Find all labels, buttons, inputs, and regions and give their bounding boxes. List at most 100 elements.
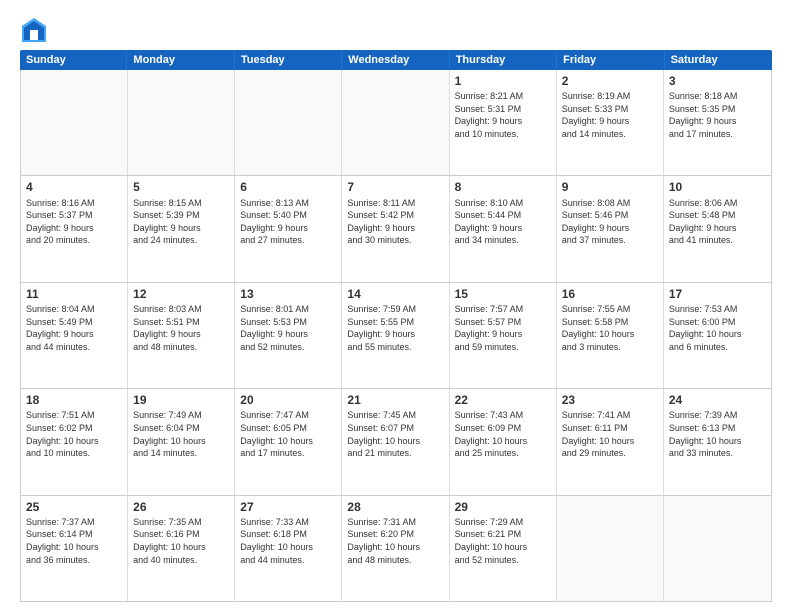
cal-cell: 25Sunrise: 7:37 AM Sunset: 6:14 PM Dayli…	[21, 496, 128, 601]
cal-cell: 10 Sunrise: 8:06 AM Sunset: 5:48 PM Dayli…	[664, 176, 771, 281]
day-number: 29	[455, 499, 551, 515]
calendar-body: 1Sunrise: 8:21 AM Sunset: 5:31 PM Daylig…	[20, 70, 772, 602]
cal-cell: 17Sunrise: 7:53 AM Sunset: 6:00 PM Dayli…	[664, 283, 771, 388]
cal-cell: 5 Sunrise: 8:15 AM Sunset: 5:39 PM Daylig…	[128, 176, 235, 281]
cal-cell: 12Sunrise: 8:03 AM Sunset: 5:51 PM Dayli…	[128, 283, 235, 388]
day-number: 15	[455, 286, 551, 302]
day-number: 20	[240, 392, 336, 408]
cal-cell: 1Sunrise: 8:21 AM Sunset: 5:31 PM Daylig…	[450, 70, 557, 175]
cell-text: Sunrise: 7:35 AM Sunset: 6:16 PM Dayligh…	[133, 516, 229, 566]
cell-text: Sunrise: 7:51 AM Sunset: 6:02 PM Dayligh…	[26, 409, 122, 459]
day-number: 23	[562, 392, 658, 408]
cal-cell: 14Sunrise: 7:59 AM Sunset: 5:55 PM Dayli…	[342, 283, 449, 388]
cell-text: Sunrise: 8:13 AM Sunset: 5:40 PM Dayligh…	[240, 197, 336, 247]
cal-cell: 15Sunrise: 7:57 AM Sunset: 5:57 PM Dayli…	[450, 283, 557, 388]
cell-text: Sunrise: 7:41 AM Sunset: 6:11 PM Dayligh…	[562, 409, 658, 459]
calendar-header-row: SundayMondayTuesdayWednesdayThursdayFrid…	[20, 50, 772, 70]
cell-text: Sunrise: 8:08 AM Sunset: 5:46 PM Dayligh…	[562, 197, 658, 247]
cal-week-3: 11Sunrise: 8:04 AM Sunset: 5:49 PM Dayli…	[21, 283, 771, 389]
day-number: 8	[455, 179, 551, 195]
header	[20, 16, 772, 44]
day-number: 25	[26, 499, 122, 515]
cell-text: Sunrise: 7:45 AM Sunset: 6:07 PM Dayligh…	[347, 409, 443, 459]
cal-header-wednesday: Wednesday	[342, 50, 449, 70]
cal-cell	[557, 496, 664, 601]
cell-text: Sunrise: 7:39 AM Sunset: 6:13 PM Dayligh…	[669, 409, 766, 459]
logo	[20, 16, 52, 44]
cell-text: Sunrise: 7:43 AM Sunset: 6:09 PM Dayligh…	[455, 409, 551, 459]
day-number: 18	[26, 392, 122, 408]
cal-week-2: 4 Sunrise: 8:16 AM Sunset: 5:37 PM Daylig…	[21, 176, 771, 282]
cell-text: Sunrise: 7:49 AM Sunset: 6:04 PM Dayligh…	[133, 409, 229, 459]
day-number: 22	[455, 392, 551, 408]
day-number: 26	[133, 499, 229, 515]
cal-cell	[21, 70, 128, 175]
cal-cell: 20Sunrise: 7:47 AM Sunset: 6:05 PM Dayli…	[235, 389, 342, 494]
cal-cell: 7Sunrise: 8:11 AM Sunset: 5:42 PM Daylig…	[342, 176, 449, 281]
cell-text: Sunrise: 7:37 AM Sunset: 6:14 PM Dayligh…	[26, 516, 122, 566]
cell-text: Sunrise: 7:31 AM Sunset: 6:20 PM Dayligh…	[347, 516, 443, 566]
day-number: 5	[133, 179, 229, 195]
day-number: 2	[562, 73, 658, 89]
cal-cell: 2Sunrise: 8:19 AM Sunset: 5:33 PM Daylig…	[557, 70, 664, 175]
day-number: 14	[347, 286, 443, 302]
cell-text: Sunrise: 8:06 AM Sunset: 5:48 PM Dayligh…	[669, 197, 766, 247]
day-number: 27	[240, 499, 336, 515]
cal-cell	[235, 70, 342, 175]
logo-icon	[20, 16, 48, 44]
day-number: 28	[347, 499, 443, 515]
day-number: 6	[240, 179, 336, 195]
day-number: 10	[669, 179, 766, 195]
day-number: 9	[562, 179, 658, 195]
day-number: 19	[133, 392, 229, 408]
cell-text: Sunrise: 7:29 AM Sunset: 6:21 PM Dayligh…	[455, 516, 551, 566]
cal-cell: 4 Sunrise: 8:16 AM Sunset: 5:37 PM Daylig…	[21, 176, 128, 281]
cal-cell: 27Sunrise: 7:33 AM Sunset: 6:18 PM Dayli…	[235, 496, 342, 601]
cell-text: Sunrise: 7:59 AM Sunset: 5:55 PM Dayligh…	[347, 303, 443, 353]
cal-header-friday: Friday	[557, 50, 664, 70]
cal-cell: 3Sunrise: 8:18 AM Sunset: 5:35 PM Daylig…	[664, 70, 771, 175]
day-number: 24	[669, 392, 766, 408]
cal-cell: 24Sunrise: 7:39 AM Sunset: 6:13 PM Dayli…	[664, 389, 771, 494]
day-number: 17	[669, 286, 766, 302]
cell-text: Sunrise: 7:47 AM Sunset: 6:05 PM Dayligh…	[240, 409, 336, 459]
day-number: 1	[455, 73, 551, 89]
cell-text: Sunrise: 7:55 AM Sunset: 5:58 PM Dayligh…	[562, 303, 658, 353]
cal-week-4: 18Sunrise: 7:51 AM Sunset: 6:02 PM Dayli…	[21, 389, 771, 495]
day-number: 7	[347, 179, 443, 195]
page: SundayMondayTuesdayWednesdayThursdayFrid…	[0, 0, 792, 612]
cal-cell: 26Sunrise: 7:35 AM Sunset: 6:16 PM Dayli…	[128, 496, 235, 601]
cell-text: Sunrise: 8:15 AM Sunset: 5:39 PM Dayligh…	[133, 197, 229, 247]
cal-week-1: 1Sunrise: 8:21 AM Sunset: 5:31 PM Daylig…	[21, 70, 771, 176]
cal-cell: 13Sunrise: 8:01 AM Sunset: 5:53 PM Dayli…	[235, 283, 342, 388]
day-number: 21	[347, 392, 443, 408]
cell-text: Sunrise: 8:04 AM Sunset: 5:49 PM Dayligh…	[26, 303, 122, 353]
cal-cell: 21Sunrise: 7:45 AM Sunset: 6:07 PM Dayli…	[342, 389, 449, 494]
cal-cell: 22Sunrise: 7:43 AM Sunset: 6:09 PM Dayli…	[450, 389, 557, 494]
cal-header-monday: Monday	[127, 50, 234, 70]
cal-header-thursday: Thursday	[450, 50, 557, 70]
cal-header-saturday: Saturday	[665, 50, 772, 70]
cal-cell	[128, 70, 235, 175]
day-number: 12	[133, 286, 229, 302]
cell-text: Sunrise: 8:18 AM Sunset: 5:35 PM Dayligh…	[669, 90, 766, 140]
cal-header-sunday: Sunday	[20, 50, 127, 70]
cell-text: Sunrise: 8:10 AM Sunset: 5:44 PM Dayligh…	[455, 197, 551, 247]
cell-text: Sunrise: 7:33 AM Sunset: 6:18 PM Dayligh…	[240, 516, 336, 566]
cal-cell: 16Sunrise: 7:55 AM Sunset: 5:58 PM Dayli…	[557, 283, 664, 388]
cal-cell: 6 Sunrise: 8:13 AM Sunset: 5:40 PM Daylig…	[235, 176, 342, 281]
cal-cell: 8 Sunrise: 8:10 AM Sunset: 5:44 PM Daylig…	[450, 176, 557, 281]
cell-text: Sunrise: 7:57 AM Sunset: 5:57 PM Dayligh…	[455, 303, 551, 353]
cal-week-5: 25Sunrise: 7:37 AM Sunset: 6:14 PM Dayli…	[21, 496, 771, 601]
cell-text: Sunrise: 8:21 AM Sunset: 5:31 PM Dayligh…	[455, 90, 551, 140]
cal-cell	[664, 496, 771, 601]
cal-cell: 18Sunrise: 7:51 AM Sunset: 6:02 PM Dayli…	[21, 389, 128, 494]
day-number: 11	[26, 286, 122, 302]
day-number: 4	[26, 179, 122, 195]
cell-text: Sunrise: 8:03 AM Sunset: 5:51 PM Dayligh…	[133, 303, 229, 353]
cal-header-tuesday: Tuesday	[235, 50, 342, 70]
cal-cell: 19Sunrise: 7:49 AM Sunset: 6:04 PM Dayli…	[128, 389, 235, 494]
day-number: 13	[240, 286, 336, 302]
cal-cell: 11Sunrise: 8:04 AM Sunset: 5:49 PM Dayli…	[21, 283, 128, 388]
cell-text: Sunrise: 8:16 AM Sunset: 5:37 PM Dayligh…	[26, 197, 122, 247]
